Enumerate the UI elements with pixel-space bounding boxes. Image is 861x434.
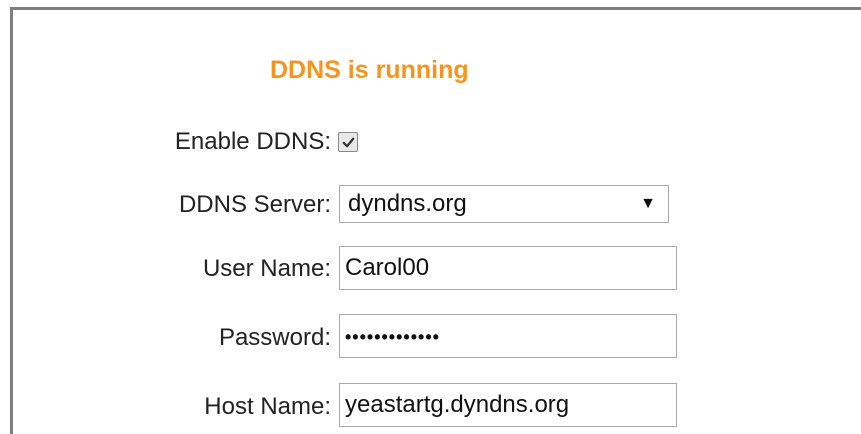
password-masked-value: ••••••••••••• <box>345 327 440 347</box>
ddns-server-label: DDNS Server: <box>178 191 331 218</box>
password-input[interactable]: ••••••••••••• <box>339 314 677 358</box>
enable-ddns-label: Enable DDNS: <box>174 128 331 155</box>
host-name-label: Host Name: <box>204 393 331 420</box>
panel-border-left <box>10 7 13 434</box>
ddns-server-value: dyndns.org <box>348 190 467 217</box>
user-name-input[interactable]: Carol00 <box>339 246 677 290</box>
user-name-label: User Name: <box>202 255 331 282</box>
ddns-server-select[interactable]: dyndns.org ▼ <box>339 185 669 223</box>
panel-border-top <box>10 7 861 10</box>
dropdown-arrow-icon: ▼ <box>640 195 656 212</box>
ddns-settings-panel: DDNS is running Enable DDNS: DDNS Server… <box>0 0 861 434</box>
enable-ddns-checkbox[interactable] <box>338 132 358 152</box>
host-name-input[interactable]: yeastartg.dyndns.org <box>339 383 677 427</box>
password-label: Password: <box>218 324 331 351</box>
ddns-status-text: DDNS is running <box>270 56 469 84</box>
checkmark-icon <box>342 137 354 147</box>
